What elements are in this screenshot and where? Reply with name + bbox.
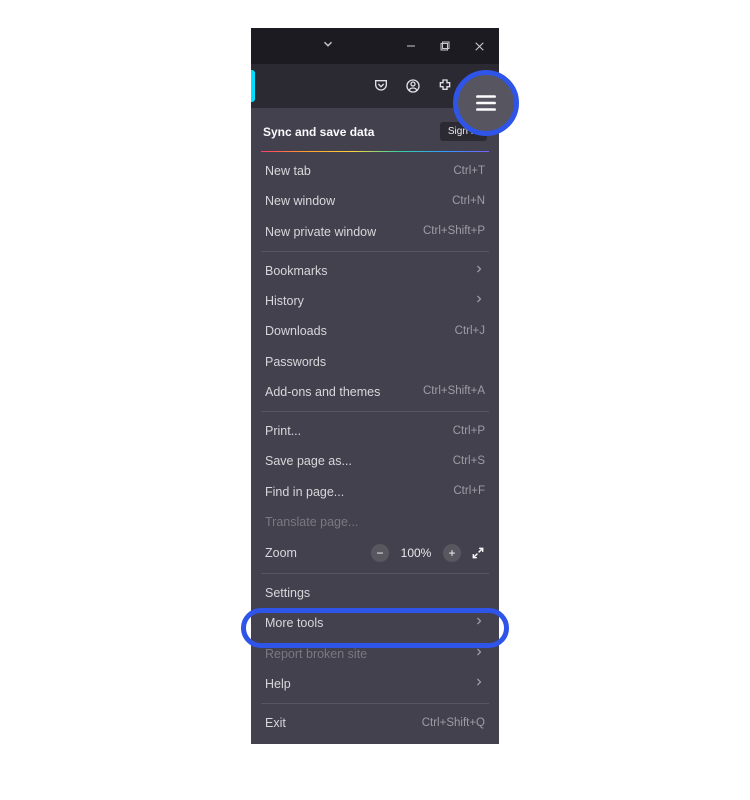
extensions-icon[interactable] <box>435 76 455 96</box>
zoom-value: 100% <box>397 546 435 560</box>
shortcut: Ctrl+S <box>453 454 485 469</box>
shortcut: Ctrl+Shift+P <box>423 224 485 239</box>
close-button[interactable] <box>469 36 489 56</box>
menu-report-broken-site: Report broken site <box>251 639 499 669</box>
account-icon[interactable] <box>403 76 423 96</box>
sync-label: Sync and save data <box>263 125 374 139</box>
chevron-right-icon <box>473 646 485 662</box>
fullscreen-button[interactable] <box>469 544 487 562</box>
menu-label: More tools <box>265 615 323 631</box>
active-tab-indicator <box>251 70 255 102</box>
menu-label: New window <box>265 193 335 209</box>
menu-label: Report broken site <box>265 646 367 662</box>
menu-translate: Translate page... <box>251 507 499 537</box>
menu-find[interactable]: Find in page... Ctrl+F <box>251 477 499 507</box>
minimize-button[interactable] <box>401 36 421 56</box>
app-menu-button[interactable] <box>453 70 519 136</box>
menu-downloads[interactable]: Downloads Ctrl+J <box>251 316 499 346</box>
zoom-out-button[interactable]: − <box>371 544 389 562</box>
zoom-label: Zoom <box>265 546 297 560</box>
menu-more-tools[interactable]: More tools <box>251 608 499 638</box>
zoom-in-button[interactable]: + <box>443 544 461 562</box>
separator <box>261 251 489 252</box>
separator <box>261 411 489 412</box>
tab-dropdown-icon[interactable] <box>321 37 335 56</box>
menu-label: Help <box>265 676 291 692</box>
shortcut: Ctrl+P <box>453 424 485 439</box>
browser-window: Sync and save data Sign In New tab Ctrl+… <box>251 28 499 744</box>
shortcut: Ctrl+F <box>453 484 485 499</box>
menu-save-page[interactable]: Save page as... Ctrl+S <box>251 446 499 476</box>
separator <box>261 703 489 704</box>
shortcut: Ctrl+N <box>452 194 485 209</box>
menu-history[interactable]: History <box>251 286 499 316</box>
menu-label: Print... <box>265 423 301 439</box>
menu-new-private-window[interactable]: New private window Ctrl+Shift+P <box>251 217 499 247</box>
menu-addons[interactable]: Add-ons and themes Ctrl+Shift+A <box>251 377 499 407</box>
menu-print[interactable]: Print... Ctrl+P <box>251 416 499 446</box>
menu-exit[interactable]: Exit Ctrl+Shift+Q <box>251 708 499 738</box>
menu-label: History <box>265 293 304 309</box>
menu-settings[interactable]: Settings <box>251 578 499 608</box>
shortcut: Ctrl+T <box>453 164 485 179</box>
menu-label: Exit <box>265 715 286 731</box>
menu-zoom: Zoom − 100% + <box>251 537 499 569</box>
maximize-button[interactable] <box>435 36 455 56</box>
menu-new-window[interactable]: New window Ctrl+N <box>251 186 499 216</box>
menu-label: Translate page... <box>265 514 358 530</box>
chevron-right-icon <box>473 615 485 631</box>
pocket-icon[interactable] <box>371 76 391 96</box>
rainbow-separator <box>261 151 489 152</box>
menu-label: Save page as... <box>265 453 352 469</box>
menu-label: Downloads <box>265 323 327 339</box>
app-menu: Sync and save data Sign In New tab Ctrl+… <box>251 108 499 744</box>
menu-label: Find in page... <box>265 484 344 500</box>
shortcut: Ctrl+Shift+Q <box>422 716 485 731</box>
menu-label: Bookmarks <box>265 263 328 279</box>
menu-label: Settings <box>265 585 310 601</box>
shortcut: Ctrl+J <box>455 324 485 339</box>
menu-label: Passwords <box>265 354 326 370</box>
menu-bookmarks[interactable]: Bookmarks <box>251 256 499 286</box>
menu-new-tab[interactable]: New tab Ctrl+T <box>251 156 499 186</box>
menu-label: New private window <box>265 224 376 240</box>
menu-help[interactable]: Help <box>251 669 499 699</box>
chevron-right-icon <box>473 293 485 309</box>
menu-label: New tab <box>265 163 311 179</box>
chevron-right-icon <box>473 676 485 692</box>
menu-passwords[interactable]: Passwords <box>251 347 499 377</box>
separator <box>261 573 489 574</box>
window-titlebar <box>251 28 499 64</box>
menu-label: Add-ons and themes <box>265 384 380 400</box>
chevron-right-icon <box>473 263 485 279</box>
shortcut: Ctrl+Shift+A <box>423 384 485 399</box>
